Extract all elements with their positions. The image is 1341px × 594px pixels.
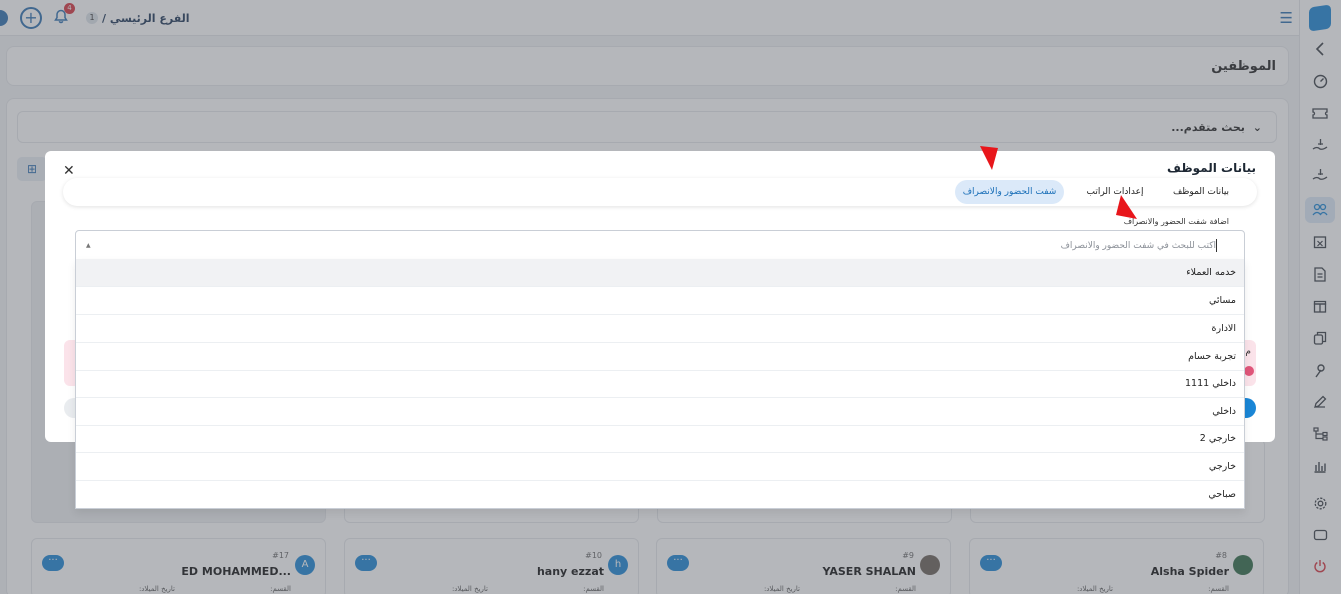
shift-option-label: خدمه العملاء [1186, 267, 1236, 278]
chevron-up-icon[interactable]: ▲ [86, 242, 91, 249]
shift-option-label: خارجي 2 [1199, 433, 1236, 444]
shift-option-label: صباحي [1208, 489, 1236, 500]
shift-option-label: مسائي [1208, 295, 1236, 306]
shift-option-label: الادارة [1211, 323, 1237, 334]
shift-option-label: داخلي 1111 [1184, 378, 1236, 389]
alert-text: م [1245, 347, 1251, 357]
shift-option[interactable]: مسائي [76, 287, 1244, 315]
shift-option[interactable]: داخلي 1111 [76, 370, 1244, 398]
annotation-arrow-icon [1116, 195, 1137, 219]
alert-indicator [1244, 366, 1254, 376]
shift-option[interactable]: خدمه العملاء [76, 259, 1244, 287]
add-shift-label: اضافة شفت الحضور والانصراف [1123, 217, 1229, 226]
tab-employee-data[interactable]: بيانات الموظف [1163, 180, 1239, 204]
modal-tabs: بيانات الموظف إعدادات الراتب شفت الحضور … [63, 178, 1257, 206]
shift-option[interactable]: صباحي [76, 481, 1244, 508]
shift-option[interactable]: تجربة حسام [76, 343, 1244, 371]
shift-option-label: داخلي [1212, 406, 1236, 417]
close-icon[interactable]: ✕ [63, 164, 75, 178]
save-button[interactable] [1244, 398, 1256, 418]
shift-option-label: تجربة حسام [1188, 351, 1236, 362]
shift-option[interactable]: داخلي [76, 398, 1244, 426]
shift-option[interactable]: خارجي 2 [76, 425, 1244, 453]
modal-title: بيانات الموظف [1167, 161, 1256, 175]
tab-attendance-shift[interactable]: شفت الحضور والانصراف [955, 180, 1064, 204]
shift-search-input[interactable] [616, 238, 1216, 254]
shift-option[interactable]: خارجي [76, 453, 1244, 481]
shift-option[interactable]: الادارة [76, 315, 1244, 343]
text-caret [1216, 239, 1217, 252]
shift-option-label: خارجي [1208, 461, 1236, 472]
shift-select[interactable]: ▲ [75, 230, 1245, 260]
shift-options-list: خدمه العملاء مسائي الادارة تجربة حسام دا… [75, 259, 1245, 509]
annotation-arrow-icon [980, 146, 998, 170]
